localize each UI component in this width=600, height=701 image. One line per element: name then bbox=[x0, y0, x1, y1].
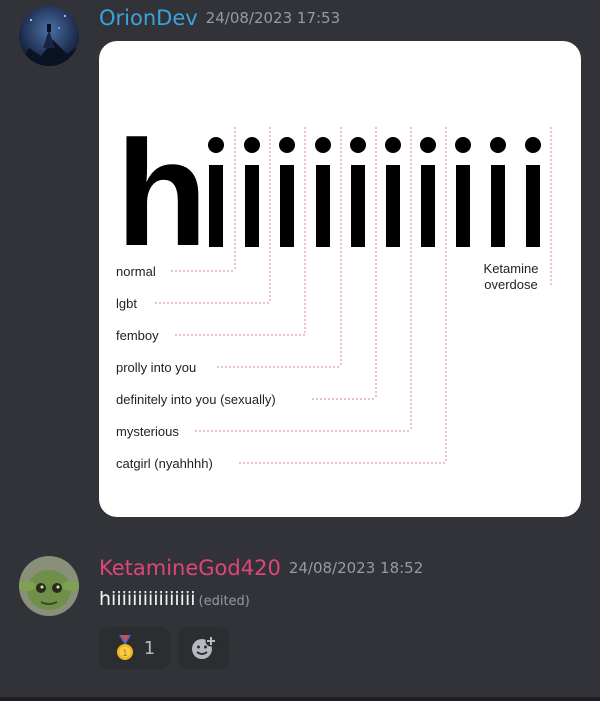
add-reaction-icon bbox=[191, 635, 216, 659]
meme-label: prolly into you bbox=[116, 360, 196, 375]
meme-label: femboy bbox=[116, 328, 159, 343]
meme-label: lgbt bbox=[116, 296, 137, 311]
message-header: OrionDev 24/08/2023 17:53 bbox=[99, 6, 340, 30]
message-header: KetamineGod420 24/08/2023 18:52 bbox=[99, 556, 423, 580]
edited-label: (edited) bbox=[198, 594, 250, 609]
meme-image: h normal lgbt femboy prolly into you def… bbox=[116, 109, 552, 471]
meme-big-h: h bbox=[116, 109, 208, 277]
timestamp: 24/08/2023 17:53 bbox=[205, 9, 341, 27]
meme-label: definitely into you (sexually) bbox=[116, 392, 276, 407]
avatar[interactable] bbox=[19, 6, 79, 66]
avatar[interactable] bbox=[19, 556, 79, 616]
meme-i-letters bbox=[208, 137, 541, 247]
username[interactable]: KetamineGod420 bbox=[99, 556, 281, 580]
avatar-image bbox=[19, 6, 79, 66]
reaction-count: 1 bbox=[143, 637, 156, 659]
meme-label: normal bbox=[116, 264, 156, 279]
meme-right-label: overdose bbox=[484, 277, 537, 292]
meme-label: catgirl (nyahhhh) bbox=[116, 456, 213, 471]
bottom-divider bbox=[0, 697, 600, 701]
image-attachment[interactable]: h normal lgbt femboy prolly into you def… bbox=[99, 41, 581, 517]
username[interactable]: OrionDev bbox=[99, 6, 198, 30]
message-text: hiiiiiiiiiiiiiiii bbox=[99, 588, 196, 610]
add-reaction-button[interactable] bbox=[178, 627, 229, 669]
timestamp: 24/08/2023 18:52 bbox=[288, 559, 424, 577]
svg-text:1: 1 bbox=[122, 649, 128, 659]
gold-medal-icon: 1 bbox=[116, 635, 133, 660]
message-content: hiiiiiiiiiiiiiiii (edited) bbox=[99, 588, 250, 610]
meme-label: mysterious bbox=[116, 424, 179, 439]
meme-right-label: Ketamine bbox=[484, 261, 539, 276]
avatar-image bbox=[19, 556, 79, 616]
reaction-gold-medal[interactable]: 1 1 bbox=[99, 627, 170, 669]
